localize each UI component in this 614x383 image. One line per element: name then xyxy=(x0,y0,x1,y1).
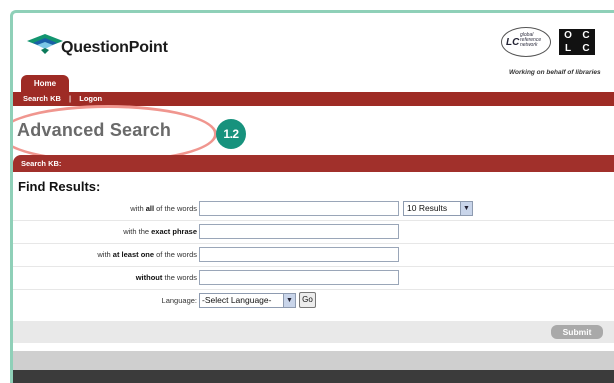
lc-global-reference-network-icon: LC global reference network xyxy=(501,27,551,57)
nav-link-search-kb[interactable]: Search KB xyxy=(23,94,61,103)
find-results-heading: Find Results: xyxy=(18,179,101,194)
form-row-all-words: with all of the words 10 Results ▼ xyxy=(13,198,614,221)
results-per-page-select[interactable]: 10 Results ▼ xyxy=(403,201,473,216)
chevron-down-icon[interactable]: ▼ xyxy=(283,294,295,307)
all-words-input[interactable] xyxy=(199,201,399,216)
partner-tagline: Working on behalf of libraries xyxy=(509,69,601,76)
at-least-one-input[interactable] xyxy=(199,247,399,262)
chevron-down-icon[interactable]: ▼ xyxy=(460,202,472,215)
submit-button[interactable]: Submit xyxy=(551,325,603,339)
lc-mark: LC xyxy=(506,37,520,48)
questionpoint-diamond-icon xyxy=(27,34,63,54)
top-nav-bar: Search KB | Logon xyxy=(13,92,614,106)
go-button[interactable]: Go xyxy=(299,292,316,308)
at-least-one-label: with at least one of the words xyxy=(97,250,197,259)
nav-separator: | xyxy=(69,94,72,103)
questionpoint-logo[interactable]: QuestionPoint xyxy=(27,32,177,62)
exact-phrase-label: with the exact phrase xyxy=(123,227,197,236)
step-badge: 1.2 xyxy=(216,119,246,149)
without-words-input[interactable] xyxy=(199,270,399,285)
without-words-label: without the words xyxy=(135,273,197,282)
form-row-exact-phrase: with the exact phrase xyxy=(13,221,614,244)
language-select-value: -Select Language- xyxy=(202,295,272,305)
footer-bar xyxy=(13,370,614,383)
form-row-language: Language: -Select Language- ▼ Go xyxy=(13,290,614,312)
tab-home[interactable]: Home xyxy=(21,75,69,93)
browser-frame: QuestionPoint LC global reference networ… xyxy=(10,10,614,383)
partner-logos: LC global reference network O C L C Work… xyxy=(499,27,614,76)
submit-area: Submit xyxy=(13,321,614,343)
search-kb-bar: Search KB: xyxy=(13,155,614,172)
results-select-value: 10 Results xyxy=(407,203,448,213)
logo-text: QuestionPoint xyxy=(61,39,168,56)
language-select[interactable]: -Select Language- ▼ xyxy=(199,293,296,308)
page-title: Advanced Search xyxy=(17,120,172,140)
form-row-at-least-one: with at least one of the words xyxy=(13,244,614,267)
oclc-letter-1: O xyxy=(559,29,577,42)
oclc-letter-4: C xyxy=(577,42,595,55)
oclc-letter-2: C xyxy=(577,29,595,42)
language-label: Language: xyxy=(161,296,197,305)
oclc-icon: O C L C xyxy=(559,29,595,55)
all-words-label: with all of the words xyxy=(130,204,197,213)
nav-link-logon[interactable]: Logon xyxy=(79,94,102,103)
form-row-without-words: without the words xyxy=(13,267,614,290)
lc-sub-text: global reference network xyxy=(520,32,542,48)
content-bottom-strip xyxy=(13,351,614,370)
exact-phrase-input[interactable] xyxy=(199,224,399,239)
oclc-letter-3: L xyxy=(559,42,577,55)
